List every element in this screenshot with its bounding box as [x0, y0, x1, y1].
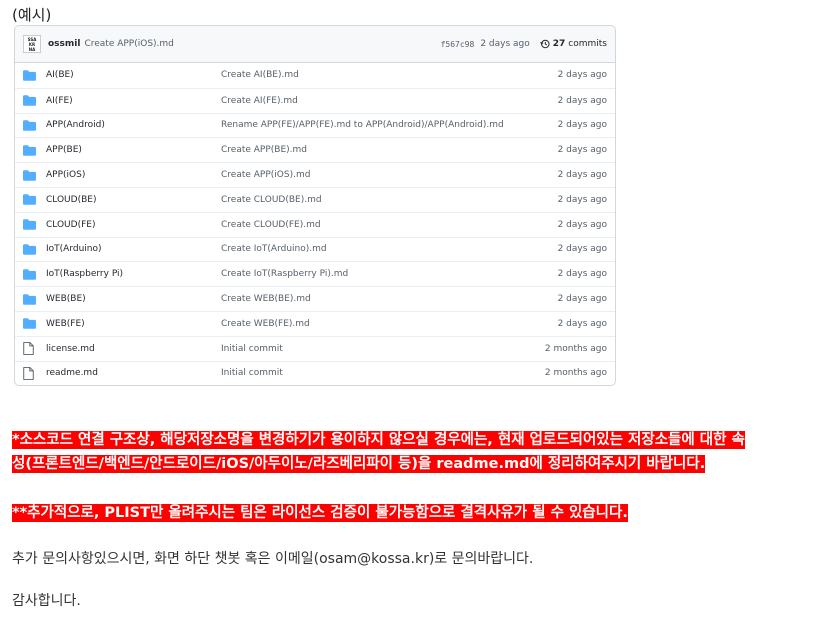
- file-commit-message-link[interactable]: Create WEB(FE).md: [221, 319, 558, 329]
- file-icon: [23, 366, 37, 380]
- file-commit-message-link[interactable]: Create AI(BE).md: [221, 70, 558, 80]
- notice-plist: **추가적으로, PLIST만 올려주시는 팀은 라이선스 검증이 불가능함으로…: [12, 501, 628, 525]
- file-row[interactable]: WEB(BE) Create WEB(BE).md 2 days ago: [15, 286, 615, 311]
- file-name-link[interactable]: APP(BE): [46, 145, 221, 155]
- file-row[interactable]: readme.md Initial commit 2 months ago: [15, 360, 615, 386]
- file-commit-age: 2 months ago: [544, 343, 607, 354]
- file-row[interactable]: APP(iOS) Create APP(iOS).md 2 days ago: [15, 162, 615, 187]
- folder-icon: [23, 218, 37, 232]
- file-row[interactable]: APP(Android) Rename APP(FE)/APP(FE).md to…: [15, 112, 615, 138]
- history-icon: [539, 39, 550, 49]
- folder-icon: [23, 168, 37, 182]
- file-commit-message-link[interactable]: Create IoT(Raspberry Pi).md: [221, 269, 558, 279]
- commit-sha-link[interactable]: f567c98: [441, 40, 475, 49]
- file-name-link[interactable]: WEB(FE): [46, 319, 221, 329]
- notice-rename-line-1: *소스코드 연결 구조상, 해당저장소명을 변경하기가 용이하지 않으실 경우에…: [12, 431, 745, 449]
- file-commit-message-link[interactable]: Create APP(BE).md: [221, 145, 558, 155]
- file-commit-age: 2 days ago: [557, 120, 607, 131]
- file-commit-age: 2 days ago: [557, 269, 607, 280]
- repo-file-list: SSA KR NA ossmil Create APP(iOS).md f567…: [14, 25, 616, 387]
- file-name-link[interactable]: IoT(Raspberry Pi): [46, 269, 221, 279]
- folder-icon: [23, 193, 37, 207]
- notice-plist-text: **추가적으로, PLIST만 올려주시는 팀은 라이선스 검증이 불가능함으로…: [12, 504, 628, 522]
- example-label: (예시): [12, 6, 52, 24]
- file-icon: [23, 342, 37, 356]
- file-row[interactable]: CLOUD(BE) Create CLOUD(BE).md 2 days ago: [15, 186, 615, 212]
- folder-icon: [23, 292, 37, 306]
- file-row[interactable]: AI(BE) Create AI(BE).md 2 days ago: [15, 63, 615, 88]
- file-name-link[interactable]: WEB(BE): [46, 294, 221, 304]
- file-commit-message-link[interactable]: Rename APP(FE)/APP(FE).md to APP(Android…: [221, 120, 558, 130]
- file-commit-message-link[interactable]: Create IoT(Arduino).md: [221, 244, 558, 254]
- notice-rename: *소스코드 연결 구조상, 해당저장소명을 변경하기가 용이하지 않으실 경우에…: [12, 428, 745, 476]
- file-commit-age: 2 days ago: [557, 95, 607, 106]
- avatar-text-3: NA: [28, 46, 36, 52]
- file-commit-message-link[interactable]: Create APP(iOS).md: [221, 170, 558, 180]
- folder-icon: [23, 143, 37, 157]
- file-name-link[interactable]: CLOUD(BE): [46, 195, 221, 205]
- file-commit-message-link[interactable]: Create AI(FE).md: [221, 96, 558, 106]
- commit-time: 2 days ago: [480, 39, 530, 49]
- contact-text: 추가 문의사항있으시면, 화면 하단 챗봇 혹은 이메일(osam@kossa.…: [12, 551, 534, 567]
- thanks-text: 감사합니다.: [12, 593, 81, 609]
- commit-author-link[interactable]: ossmil: [48, 39, 80, 49]
- file-commit-age: 2 days ago: [557, 70, 607, 81]
- file-commit-message-link[interactable]: Initial commit: [221, 368, 545, 378]
- file-row[interactable]: license.md Initial commit 2 months ago: [15, 335, 615, 361]
- folder-icon: [23, 94, 37, 108]
- file-commit-message-link[interactable]: Create WEB(BE).md: [221, 294, 558, 304]
- file-row[interactable]: IoT(Arduino) Create IoT(Arduino).md 2 days…: [15, 236, 615, 262]
- file-name-link[interactable]: AI(FE): [46, 96, 221, 106]
- file-commit-age: 2 days ago: [557, 194, 607, 205]
- file-commit-age: 2 days ago: [557, 244, 607, 255]
- file-commit-message-link[interactable]: Initial commit: [221, 344, 545, 354]
- latest-commit-bar: SSA KR NA ossmil Create APP(iOS).md f567…: [15, 26, 615, 63]
- folder-icon: [23, 118, 37, 132]
- file-name-link[interactable]: IoT(Arduino): [46, 244, 221, 254]
- folder-icon: [23, 242, 37, 256]
- file-commit-age: 2 months ago: [544, 368, 607, 379]
- file-row[interactable]: APP(BE) Create APP(BE).md 2 days ago: [15, 137, 615, 162]
- file-commit-message-link[interactable]: Create CLOUD(BE).md: [221, 195, 558, 205]
- file-name-link[interactable]: AI(BE): [46, 70, 221, 80]
- file-commit-age: 2 days ago: [557, 170, 607, 181]
- file-row[interactable]: WEB(FE) Create WEB(FE).md 2 days ago: [15, 310, 615, 336]
- commits-label: commits: [568, 39, 607, 49]
- file-commit-message-link[interactable]: Create CLOUD(FE).md: [221, 220, 558, 230]
- file-commit-age: 2 days ago: [557, 294, 607, 305]
- file-row[interactable]: AI(FE) Create AI(FE).md 2 days ago: [15, 87, 615, 113]
- notice-rename-line-2: 성(프론트엔드/백엔드/안드로이드/iOS/아두이노/라즈베리파이 등)을 re…: [12, 455, 706, 473]
- avatar[interactable]: SSA KR NA: [23, 35, 41, 53]
- file-name-link[interactable]: readme.md: [46, 368, 221, 378]
- file-row[interactable]: CLOUD(FE) Create CLOUD(FE).md 2 days ago: [15, 211, 615, 237]
- file-name-link[interactable]: CLOUD(FE): [46, 220, 221, 230]
- file-row[interactable]: IoT(Raspberry Pi) Create IoT(Raspberry Pi…: [15, 261, 615, 286]
- folder-icon: [23, 317, 37, 331]
- commit-message-link[interactable]: Create APP(iOS).md: [84, 39, 173, 49]
- file-commit-age: 2 days ago: [557, 219, 607, 230]
- file-name-link[interactable]: APP(Android): [46, 120, 221, 130]
- folder-icon: [23, 68, 37, 82]
- commits-history-link[interactable]: 27 commits: [539, 39, 607, 49]
- file-name-link[interactable]: license.md: [46, 344, 221, 354]
- file-name-link[interactable]: APP(iOS): [46, 170, 221, 180]
- file-commit-age: 2 days ago: [557, 145, 607, 156]
- commits-count: 27: [552, 39, 566, 49]
- folder-icon: [23, 267, 37, 281]
- file-commit-age: 2 days ago: [557, 318, 607, 329]
